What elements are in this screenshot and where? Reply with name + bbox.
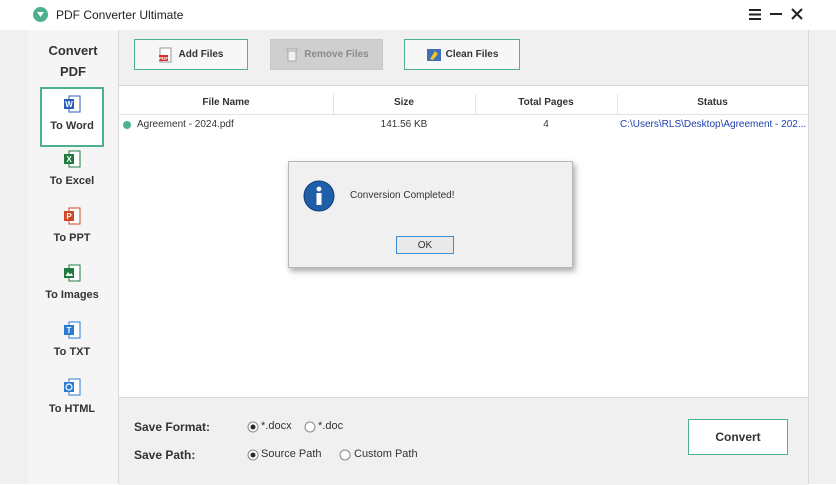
- svg-text:W: W: [65, 100, 73, 109]
- save-path-label: Save Path:: [134, 448, 196, 462]
- sidebar-item-to-excel[interactable]: X To Excel: [40, 144, 104, 200]
- radio-custom-path-label[interactable]: Custom Path: [354, 448, 418, 460]
- convert-button[interactable]: Convert: [688, 419, 788, 455]
- sidebar-heading: Convert PDF: [28, 40, 118, 82]
- column-header-status[interactable]: Status: [617, 97, 808, 108]
- sidebar-item-to-word[interactable]: W To Word: [40, 87, 104, 147]
- app-logo-icon: [33, 7, 48, 22]
- radio-custom-path[interactable]: [339, 449, 351, 461]
- save-format-label: Save Format:: [134, 420, 211, 434]
- radio-docx[interactable]: [247, 421, 259, 433]
- add-file-icon: PDF: [159, 47, 172, 62]
- sidebar-item-to-txt[interactable]: T To TXT: [40, 315, 104, 371]
- html-icon: [64, 378, 81, 396]
- sidebar-item-label: To Excel: [49, 175, 95, 187]
- excel-icon: X: [64, 150, 81, 168]
- cell-size: 141.56 KB: [380, 119, 428, 130]
- svg-text:X: X: [66, 155, 72, 164]
- sidebar-item-to-images[interactable]: To Images: [40, 258, 104, 314]
- app-title: PDF Converter Ultimate: [56, 8, 184, 22]
- conversion-dialog: Conversion Completed! OK: [288, 161, 573, 268]
- ppt-icon: P: [64, 207, 81, 225]
- add-files-label: Add Files: [178, 49, 224, 60]
- ok-button[interactable]: OK: [396, 236, 454, 254]
- table-header: File Name Size Total Pages Status: [119, 94, 808, 115]
- svg-text:P: P: [66, 212, 72, 221]
- dialog-message: Conversion Completed!: [350, 190, 455, 201]
- clean-files-icon: [426, 48, 441, 61]
- sidebar-item-to-html[interactable]: To HTML: [40, 372, 104, 428]
- clean-files-label: Clean Files: [445, 49, 499, 60]
- cell-file-name: Agreement - 2024.pdf: [137, 119, 234, 130]
- info-icon: [303, 180, 335, 212]
- radio-doc-label[interactable]: *.doc: [318, 420, 343, 432]
- remove-files-label: Remove Files: [304, 49, 369, 60]
- sidebar-item-label: To PPT: [53, 232, 91, 244]
- trash-icon: [286, 48, 298, 61]
- radio-docx-label[interactable]: *.docx: [261, 420, 292, 432]
- sidebar-item-label: To HTML: [48, 403, 96, 415]
- sidebar-item-label: To Word: [50, 120, 94, 132]
- sidebar-item-label: To Images: [45, 289, 99, 301]
- clean-files-button[interactable]: Clean Files: [404, 39, 520, 70]
- radio-source-path-label[interactable]: Source Path: [261, 448, 322, 460]
- word-icon: W: [64, 95, 81, 113]
- svg-text:PDF: PDF: [159, 56, 168, 61]
- menu-icon[interactable]: [745, 4, 765, 24]
- app-window: PDF Converter Ultimate Convert PDF W To …: [0, 0, 836, 485]
- minimize-icon[interactable]: [766, 4, 786, 24]
- txt-icon: T: [64, 321, 81, 339]
- sidebar: Convert PDF W To Word X To Excel P To PP…: [28, 30, 119, 484]
- sidebar-item-to-ppt[interactable]: P To PPT: [40, 201, 104, 257]
- cell-total-pages: 4: [543, 119, 549, 130]
- column-header-size[interactable]: Size: [333, 97, 475, 108]
- radio-doc[interactable]: [304, 421, 316, 433]
- table-row[interactable]: Agreement - 2024.pdf 141.56 KB 4 C:\User…: [119, 116, 808, 134]
- column-header-file-name[interactable]: File Name: [119, 97, 333, 108]
- close-icon[interactable]: [787, 4, 807, 24]
- radio-source-path[interactable]: [247, 449, 259, 461]
- remove-files-button[interactable]: Remove Files: [270, 39, 383, 70]
- svg-text:T: T: [67, 326, 72, 335]
- images-icon: [64, 264, 81, 282]
- sidebar-heading-line2: PDF: [60, 64, 86, 79]
- title-bar: PDF Converter Ultimate: [0, 0, 836, 30]
- options-panel: Save Format: *.docx *.doc Save Path: Sou…: [119, 397, 808, 485]
- column-header-total-pages[interactable]: Total Pages: [475, 97, 617, 108]
- sidebar-item-label: To TXT: [53, 346, 91, 358]
- window-right-border: [808, 30, 809, 484]
- sidebar-heading-line1: Convert: [48, 43, 98, 58]
- check-icon: [123, 121, 131, 129]
- toolbar: PDF Add Files Remove Files Clean Files: [119, 30, 808, 85]
- add-files-button[interactable]: PDF Add Files: [134, 39, 248, 70]
- cell-status[interactable]: C:\Users\RLS\Desktop\Agreement - 202...: [620, 119, 806, 130]
